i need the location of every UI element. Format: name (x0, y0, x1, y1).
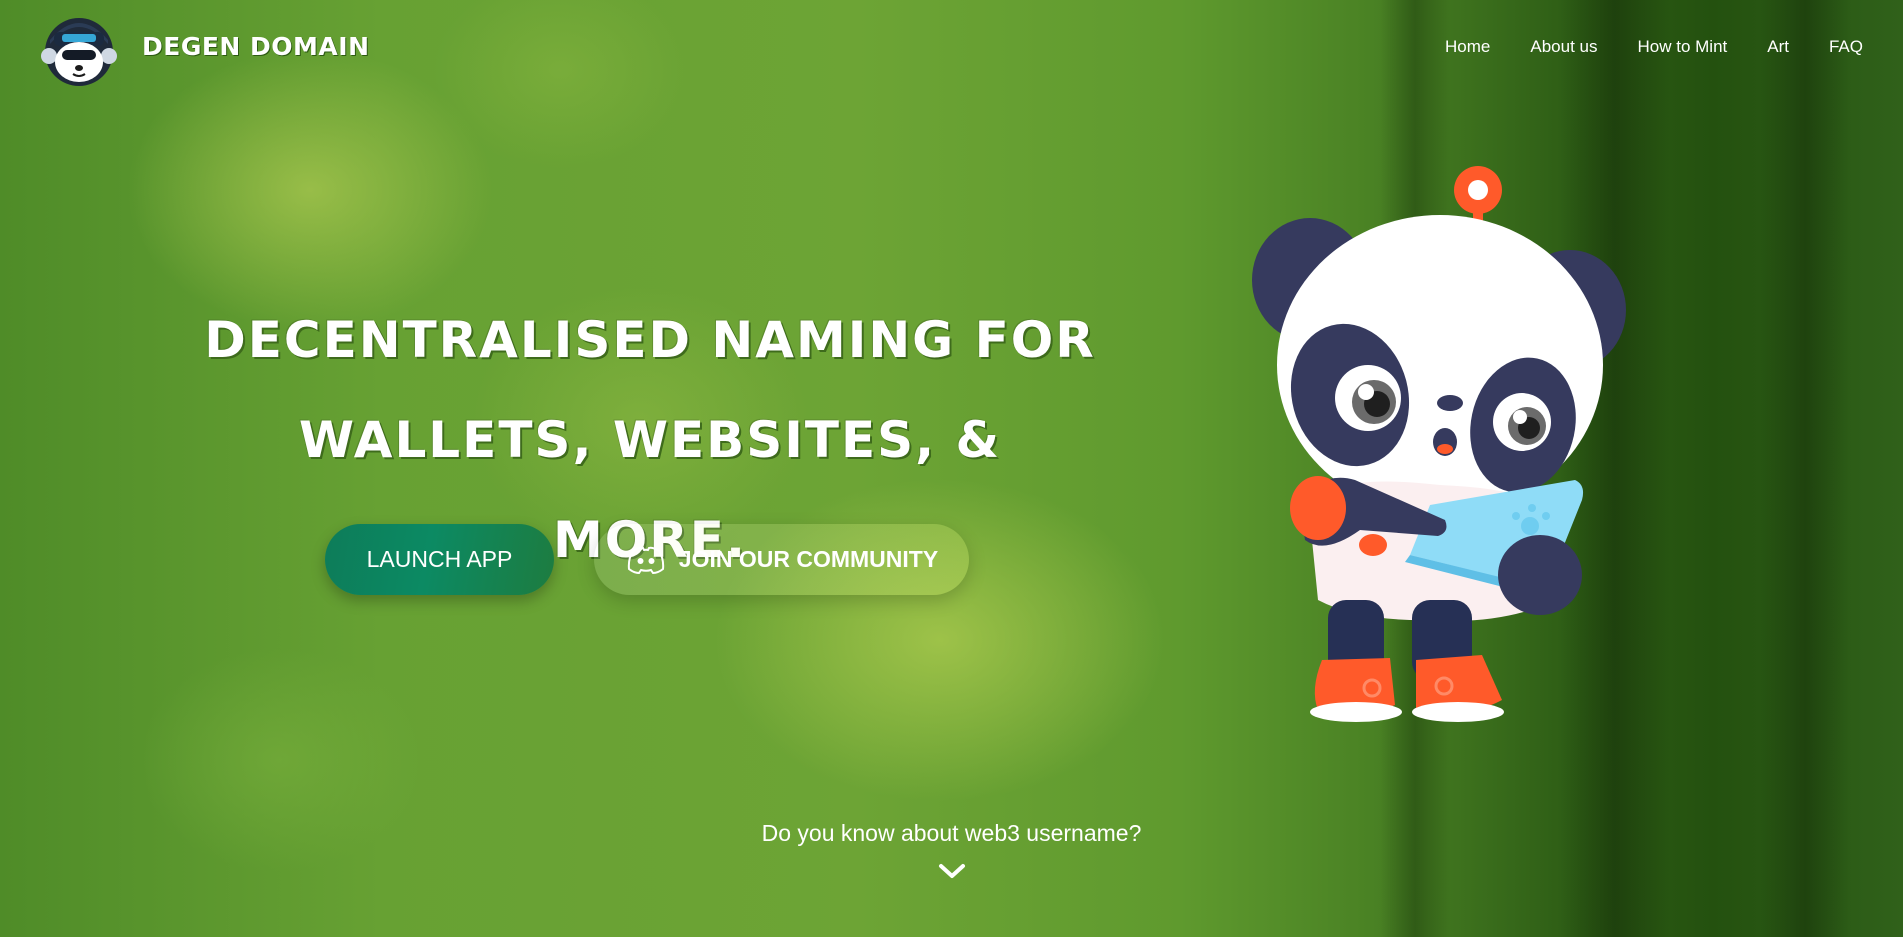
nav-link-about-us[interactable]: About us (1530, 37, 1597, 57)
panda-with-laptop-illustration (1252, 166, 1626, 722)
panda-mascot-logo-icon[interactable] (40, 10, 118, 88)
launch-app-button[interactable]: LAUNCH APP (325, 524, 554, 595)
nav-link-art[interactable]: Art (1767, 37, 1789, 57)
nav-link-how-to-mint[interactable]: How to Mint (1638, 37, 1728, 57)
nav-link-faq[interactable]: FAQ (1829, 37, 1863, 57)
brand-name[interactable]: DEGEN DOMAIN (142, 32, 370, 61)
nav-link-home[interactable]: Home (1445, 37, 1490, 57)
chevron-down-icon[interactable] (937, 862, 967, 880)
main-nav: Home About us How to Mint Art FAQ (1445, 37, 1863, 57)
join-community-label: JOIN OUR COMMUNITY (678, 546, 939, 572)
site-header: DEGEN DOMAIN Home About us How to Mint A… (0, 0, 1903, 98)
discord-icon (627, 546, 664, 574)
join-community-button[interactable]: JOIN OUR COMMUNITY (594, 524, 969, 595)
hero-title-line-1: DECENTRALISED NAMING FOR (204, 311, 1096, 369)
background-bamboo-stalk (1760, 0, 1850, 937)
web3-username-prompt[interactable]: Do you know about web3 username? (0, 820, 1903, 847)
